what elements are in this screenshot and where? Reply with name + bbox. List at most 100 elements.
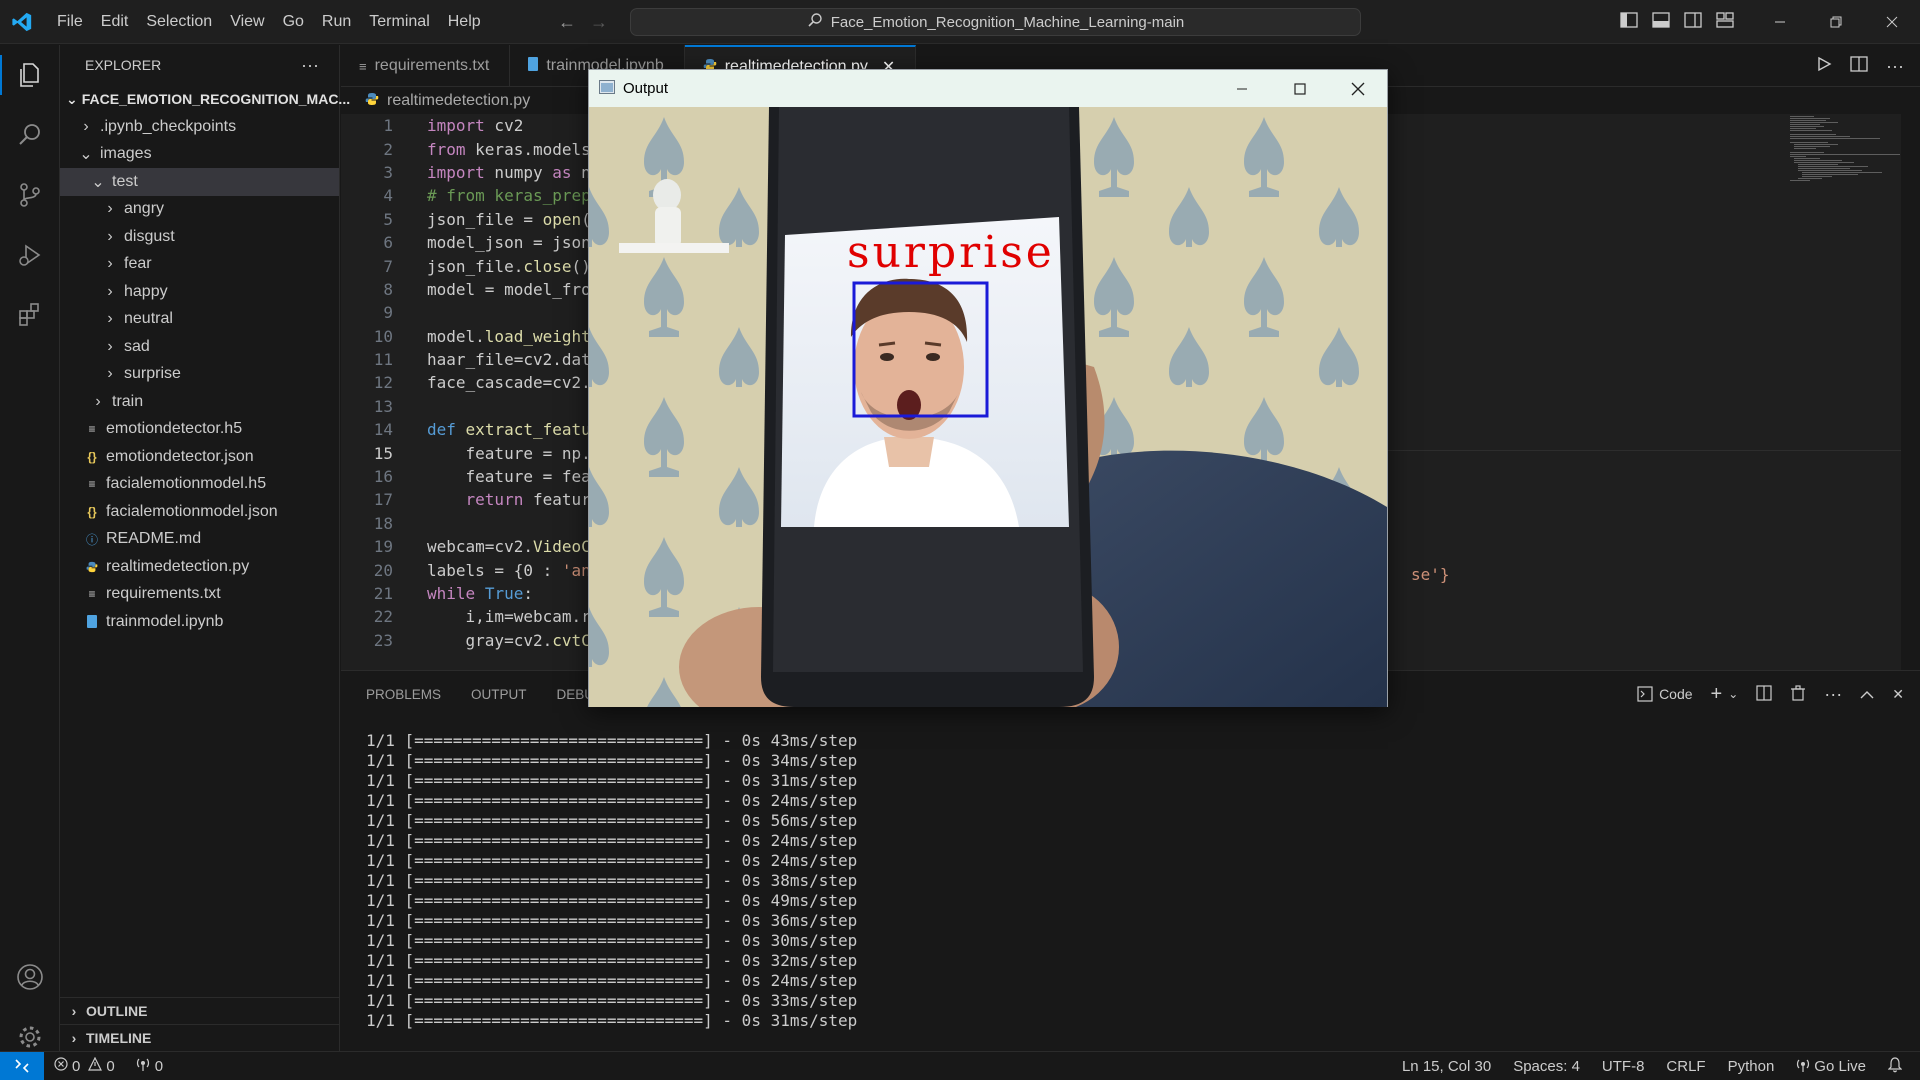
source-control-icon[interactable] xyxy=(0,165,60,225)
folder-test[interactable]: ⌄ test xyxy=(60,168,339,196)
notebook-icon xyxy=(84,615,100,629)
folder-fear[interactable]: › fear xyxy=(60,251,339,279)
tree-item-label: realtimedetection.py xyxy=(106,557,250,575)
line-text: model.load_weight xyxy=(427,326,591,346)
outline-section[interactable]: › OUTLINE xyxy=(60,997,340,1024)
split-editor-icon[interactable] xyxy=(1850,55,1868,77)
menu-item-view[interactable]: View xyxy=(221,0,273,44)
go-live-button[interactable]: Go Live xyxy=(1796,1058,1866,1076)
explorer-icon[interactable] xyxy=(0,45,60,105)
bell-icon[interactable] xyxy=(1887,1056,1903,1077)
line-text: webcam=cv2.VideoC xyxy=(427,537,591,557)
folder-train[interactable]: › train xyxy=(60,388,339,416)
menu-item-file[interactable]: File xyxy=(48,0,92,44)
folder-disgust[interactable]: › disgust xyxy=(60,223,339,251)
accounts-icon[interactable] xyxy=(0,947,60,1007)
folder-surprise[interactable]: › surprise xyxy=(60,361,339,389)
search-icon[interactable] xyxy=(0,105,60,165)
breadcrumb-file[interactable]: realtimedetection.py xyxy=(387,92,530,110)
forward-arrow-icon[interactable]: → xyxy=(590,12,608,33)
timeline-section[interactable]: › TIMELINE xyxy=(60,1024,340,1051)
trash-icon[interactable] xyxy=(1790,684,1806,704)
toggle-secondary-sidebar-icon[interactable] xyxy=(1684,11,1702,33)
file-readme-md[interactable]: ⓘ README.md xyxy=(60,526,339,554)
maximize-panel-icon[interactable] xyxy=(1860,686,1874,702)
new-terminal-icon[interactable]: + xyxy=(1711,683,1723,706)
tree-item-label: disgust xyxy=(124,227,175,245)
menu-item-help[interactable]: Help xyxy=(439,0,490,44)
file-lines-icon: ≡ xyxy=(88,477,96,492)
customize-layout-icon[interactable] xyxy=(1716,11,1734,33)
line-text: model_json = json xyxy=(427,233,591,253)
back-arrow-icon[interactable]: ← xyxy=(558,12,576,33)
terminal-line: 1/1 [==============================] - 0… xyxy=(366,871,858,890)
folder-neutral[interactable]: › neutral xyxy=(60,306,339,334)
chevron-down-icon[interactable]: ⌄ xyxy=(1728,687,1738,701)
end-of-line[interactable]: CRLF xyxy=(1666,1058,1705,1075)
line-number: 6 xyxy=(383,233,393,253)
indentation[interactable]: Spaces: 4 xyxy=(1513,1058,1580,1075)
minimize-icon[interactable] xyxy=(1213,70,1271,107)
menu-item-edit[interactable]: Edit xyxy=(92,0,138,44)
close-panel-icon[interactable]: ✕ xyxy=(1892,686,1904,703)
code-fragment-right: se'} xyxy=(1411,565,1450,584)
minimize-icon[interactable] xyxy=(1752,0,1808,44)
tab-output[interactable]: OUTPUT xyxy=(471,671,527,717)
remote-indicator-icon[interactable] xyxy=(0,1051,44,1080)
toggle-primary-sidebar-icon[interactable] xyxy=(1620,11,1638,33)
folder-angry[interactable]: › angry xyxy=(60,196,339,224)
file-realtimedetection-py[interactable]: realtimedetection.py xyxy=(60,553,339,581)
folder-images[interactable]: ⌄ images xyxy=(60,141,339,169)
tab-problems[interactable]: PROBLEMS xyxy=(366,671,441,717)
line-number: 3 xyxy=(383,162,393,182)
file-lines-icon: ≡ xyxy=(359,58,367,74)
file-facialemotionmodel-h5[interactable]: ≡ facialemotionmodel.h5 xyxy=(60,471,339,499)
restore-icon[interactable] xyxy=(1808,0,1864,44)
line-text: import cv2 xyxy=(427,116,524,136)
file-emotiondetector-json[interactable]: {} emotiondetector.json xyxy=(60,443,339,471)
menu-bar: File Edit Selection View Go Run Terminal Help xyxy=(48,0,490,44)
folder-sad[interactable]: › sad xyxy=(60,333,339,361)
terminal-profile[interactable]: Code xyxy=(1637,686,1693,702)
menu-item-selection[interactable]: Selection xyxy=(137,0,221,44)
terminal-line: 1/1 [==============================] - 0… xyxy=(366,851,858,870)
line-number: 2 xyxy=(383,139,393,159)
file-facialemotionmodel-json[interactable]: {} facialemotionmodel.json xyxy=(60,498,339,526)
maximize-icon[interactable] xyxy=(1271,70,1329,107)
ports-status[interactable]: 0 xyxy=(135,1057,163,1075)
menu-item-run[interactable]: Run xyxy=(313,0,360,44)
command-center-search[interactable]: Face_Emotion_Recognition_Machine_Learnin… xyxy=(630,8,1361,36)
cursor-position[interactable]: Ln 15, Col 30 xyxy=(1402,1058,1491,1075)
file-trainmodel-ipynb[interactable]: trainmodel.ipynb xyxy=(60,608,339,636)
problems-status[interactable]: 0 0 xyxy=(54,1056,115,1075)
toggle-panel-icon[interactable] xyxy=(1652,11,1670,33)
menu-item-terminal[interactable]: Terminal xyxy=(360,0,438,44)
split-terminal-icon[interactable] xyxy=(1756,684,1772,704)
more-actions-icon[interactable]: ··· xyxy=(1886,56,1904,77)
language-mode[interactable]: Python xyxy=(1728,1058,1775,1075)
file-requirements-txt[interactable]: ≡ requirements.txt xyxy=(60,581,339,609)
minimap[interactable] xyxy=(1790,114,1900,194)
line-text: haar_file=cv2.dat xyxy=(427,350,591,370)
close-icon[interactable] xyxy=(1864,0,1920,44)
run-file-icon[interactable] xyxy=(1816,56,1832,77)
workspace-root-folder[interactable]: ⌄ FACE_EMOTION_RECOGNITION_MAC... xyxy=(60,85,350,113)
extensions-icon[interactable] xyxy=(0,285,60,345)
terminal-output[interactable]: 1/1 [==============================] - 0… xyxy=(366,731,857,1031)
tab-requirements[interactable]: ≡ requirements.txt xyxy=(341,45,511,87)
more-actions-icon[interactable]: ··· xyxy=(301,55,319,76)
folder-happy[interactable]: › happy xyxy=(60,278,339,306)
output-window[interactable]: Output surprise xyxy=(588,69,1388,707)
encoding[interactable]: UTF-8 xyxy=(1602,1058,1645,1075)
close-icon[interactable] xyxy=(1329,70,1387,107)
chevron-right-icon: › xyxy=(107,282,113,300)
tree-item-label: sad xyxy=(124,337,150,355)
run-debug-icon[interactable] xyxy=(0,225,60,285)
more-actions-icon[interactable]: ··· xyxy=(1824,684,1842,705)
file-emotiondetector-h5[interactable]: ≡ emotiondetector.h5 xyxy=(60,416,339,444)
menu-item-go[interactable]: Go xyxy=(274,0,313,44)
explorer-title: EXPLORER xyxy=(85,57,162,73)
folder-ipynb-checkpoints[interactable]: › .ipynb_checkpoints xyxy=(60,113,339,141)
line-text: while True: xyxy=(427,584,533,603)
terminal-line: 1/1 [==============================] - 0… xyxy=(366,991,858,1010)
